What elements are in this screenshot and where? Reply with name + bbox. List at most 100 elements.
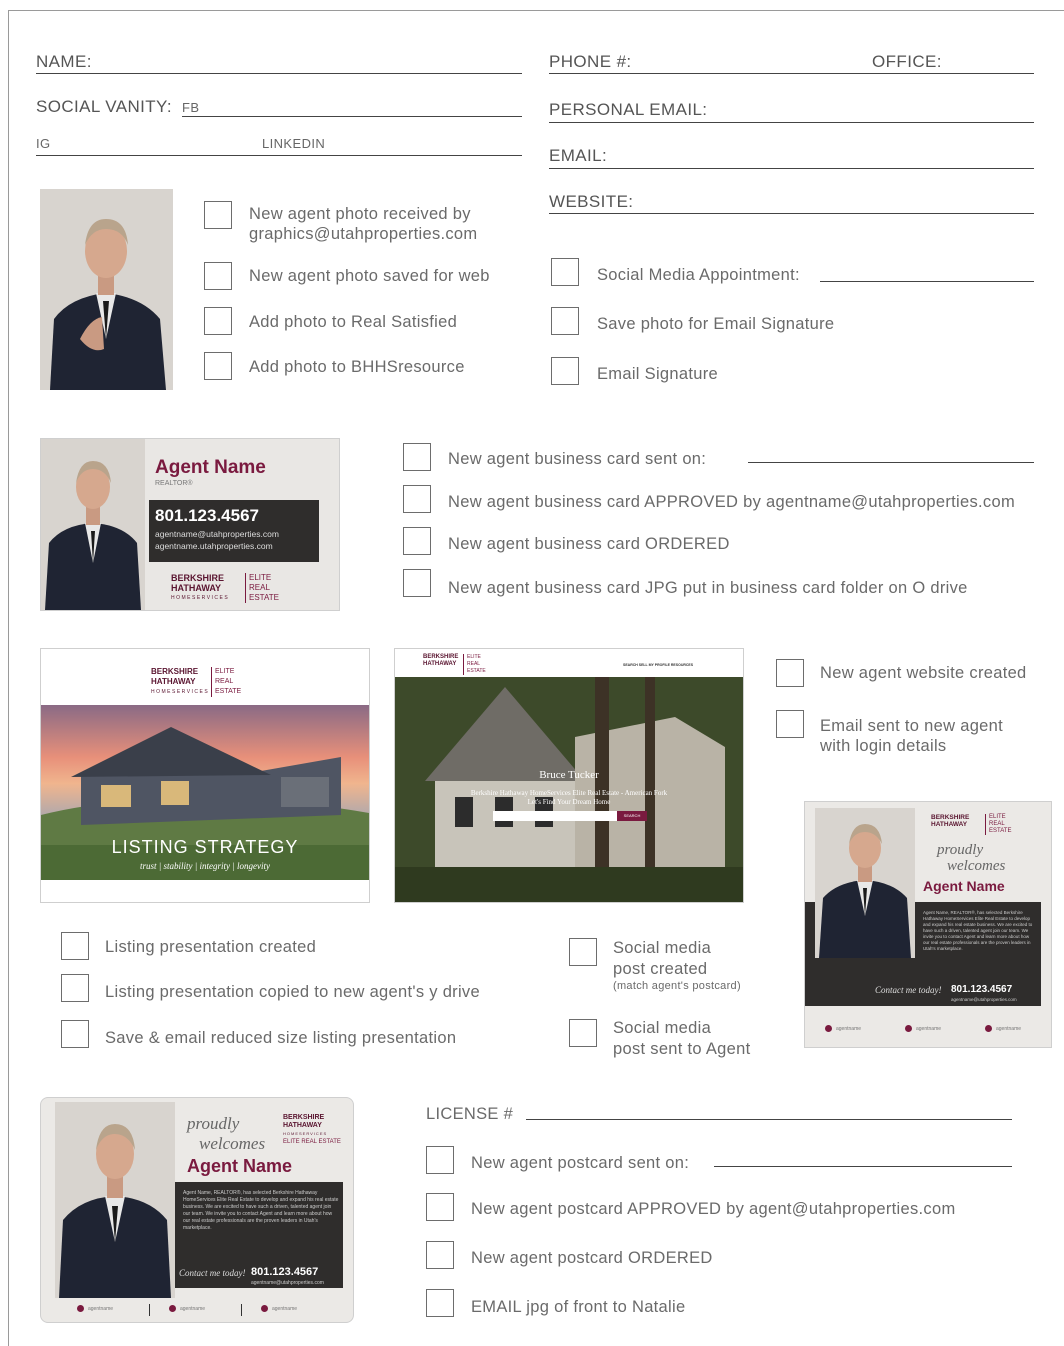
postcard-ordered-checkbox[interactable] [426, 1241, 454, 1269]
listing-copied-checkbox[interactable] [61, 974, 89, 1002]
listing-email-reduced-label: Save & email reduced size listing presen… [105, 1029, 457, 1047]
postcard-contact: Contact me today! [179, 1268, 246, 1278]
photo-received-checkbox[interactable] [204, 201, 232, 229]
postcard-script: proudly welcomes [187, 1114, 266, 1153]
website-company: Berkshire Hathaway HomeServices Elite Re… [470, 789, 668, 797]
social-post-created-checkbox[interactable] [569, 938, 597, 966]
social-post-created-label: Social media post created (match agent's… [613, 939, 741, 992]
phone-office-field[interactable] [549, 73, 1034, 74]
listing-tagline: trust | stability | integrity | longevit… [140, 861, 270, 871]
website-search-input [493, 811, 617, 821]
name-field[interactable] [36, 73, 522, 74]
personal-email-field[interactable] [549, 122, 1034, 123]
email-field[interactable] [549, 168, 1034, 169]
photo-real-satisfied-checkbox[interactable] [204, 307, 232, 335]
instagram-icon [77, 1305, 84, 1312]
social-post-sent-checkbox[interactable] [569, 1019, 597, 1047]
ig-label: IG [36, 136, 51, 151]
photo-saved-web-label: New agent photo saved for web [249, 267, 490, 285]
license-field[interactable] [526, 1119, 1012, 1120]
bc-ordered-label: New agent business card ORDERED [448, 535, 730, 553]
listing-email-reduced-checkbox[interactable] [61, 1020, 89, 1048]
website-created-label: New agent website created [820, 664, 1027, 682]
postcard-sent-date-field[interactable] [714, 1166, 1012, 1167]
listing-created-checkbox[interactable] [61, 932, 89, 960]
agent-headshot [40, 189, 173, 390]
social-appointment-checkbox[interactable] [551, 258, 579, 286]
fb-label: FB [182, 100, 200, 115]
personal-email-label: PERSONAL EMAIL: [549, 100, 708, 119]
business-card-preview: Agent Name REALTOR® 801.123.4567 agentna… [40, 438, 340, 611]
license-label: LICENSE # [426, 1105, 514, 1123]
postcard-brand-logo: BERKSHIRE HATHAWAY HOMESERVICES ELITE RE… [283, 1114, 341, 1145]
photo-bhhs-resource-label: Add photo to BHHSresource [249, 358, 465, 376]
photo-real-satisfied-label: Add photo to Real Satisfied [249, 313, 458, 331]
website-field[interactable] [549, 213, 1034, 214]
social-post-agent-name: Agent Name [923, 878, 1005, 894]
business-card-brand-logo: BERKSHIRE HATHAWAY HOMESERVICES ELITE RE… [171, 573, 279, 603]
fb-field[interactable] [182, 116, 522, 117]
social-post-script: proudly welcomes [937, 842, 1006, 874]
postcard-phone: 801.123.4567 [251, 1266, 319, 1278]
website-search-button: SEARCH [617, 811, 647, 821]
linkedin-icon [261, 1305, 268, 1312]
facebook-icon [169, 1305, 176, 1312]
postcard-approved-checkbox[interactable] [426, 1193, 454, 1221]
website-login-email-label: Email sent to new agent with login detai… [820, 717, 1004, 755]
website-brand-logo: BERKSHIRE HATHAWAY ELITE REAL ESTATE [423, 654, 486, 675]
phone-label: PHONE #: [549, 52, 632, 71]
social-post-email: agentname@utahproperties.com [951, 997, 1017, 1002]
postcard-approved-label: New agent postcard APPROVED by agent@uta… [471, 1200, 956, 1218]
listing-title: LISTING STRATEGY [111, 837, 299, 857]
website-created-checkbox[interactable] [776, 659, 804, 687]
photo-saved-web-checkbox[interactable] [204, 262, 232, 290]
social-post-paragraph: Agent Name, REALTOR®, has selected Berks… [923, 910, 1033, 951]
listing-presentation-preview: BERKSHIRE HATHAWAY HOMESERVICES ELITE RE… [40, 648, 370, 903]
email-signature-checkbox[interactable] [551, 357, 579, 385]
photo-received-label: New agent photo received by graphics@uta… [249, 205, 478, 243]
website-tagline: Let's Find Your Dream Home [527, 798, 611, 806]
social-post-social-bar: agentname agentname agentname [805, 1022, 1051, 1036]
ig-linkedin-field[interactable] [36, 155, 522, 156]
social-post-brand-logo: BERKSHIRE HATHAWAY ELITE REAL ESTATE [931, 814, 1012, 835]
business-card-phone: 801.123.4567 [155, 506, 259, 525]
bc-jpg-label: New agent business card JPG put in busin… [448, 579, 968, 597]
business-card-photo [41, 439, 145, 610]
postcard-divider [149, 1304, 150, 1316]
frame-top-rule [8, 10, 1064, 11]
social-appointment-field[interactable] [820, 281, 1034, 282]
agent-website-preview: BERKSHIRE HATHAWAY ELITE REAL ESTATE SEA… [394, 648, 744, 903]
email-signature-photo-label: Save photo for Email Signature [597, 315, 835, 333]
bc-ordered-checkbox[interactable] [403, 527, 431, 555]
business-card-contact-panel: 801.123.4567 agentname@utahproperties.co… [149, 500, 319, 562]
bc-sent-checkbox[interactable] [403, 443, 431, 471]
bc-sent-date-field[interactable] [748, 462, 1034, 463]
postcard-email-jpg-label: EMAIL jpg of front to Natalie [471, 1298, 686, 1316]
bc-approved-checkbox[interactable] [403, 485, 431, 513]
postcard-divider [241, 1304, 242, 1316]
website-agent-name: Bruce Tucker [539, 769, 599, 781]
postcard-sent-checkbox[interactable] [426, 1146, 454, 1174]
photo-bhhs-resource-checkbox[interactable] [204, 352, 232, 380]
social-vanity-label: SOCIAL VANITY: [36, 97, 172, 116]
postcard-email-jpg-checkbox[interactable] [426, 1289, 454, 1317]
linkedin-icon [985, 1025, 992, 1032]
bc-jpg-checkbox[interactable] [403, 569, 431, 597]
business-card-site: agentname.utahproperties.com [155, 541, 273, 551]
bc-sent-label: New agent business card sent on: [448, 450, 707, 468]
postcard-email: agentname@utahproperties.com [251, 1280, 324, 1286]
email-signature-photo-checkbox[interactable] [551, 307, 579, 335]
name-label: NAME: [36, 52, 92, 71]
social-media-post-preview: Agent Name, REALTOR®, has selected Berks… [804, 801, 1052, 1048]
facebook-icon [905, 1025, 912, 1032]
listing-created-label: Listing presentation created [105, 938, 317, 956]
business-card-title: REALTOR® [155, 480, 193, 487]
business-card-email: agentname@utahproperties.com [155, 529, 279, 539]
instagram-icon [825, 1025, 832, 1032]
postcard-agent-name: Agent Name [187, 1156, 293, 1176]
office-label: OFFICE: [872, 52, 942, 71]
business-card-agent-name: Agent Name [155, 457, 266, 478]
website-login-email-checkbox[interactable] [776, 710, 804, 738]
postcard-dark-panel: Agent Name, REALTOR®, has selected Berks… [175, 1182, 343, 1288]
email-label: EMAIL: [549, 146, 608, 165]
